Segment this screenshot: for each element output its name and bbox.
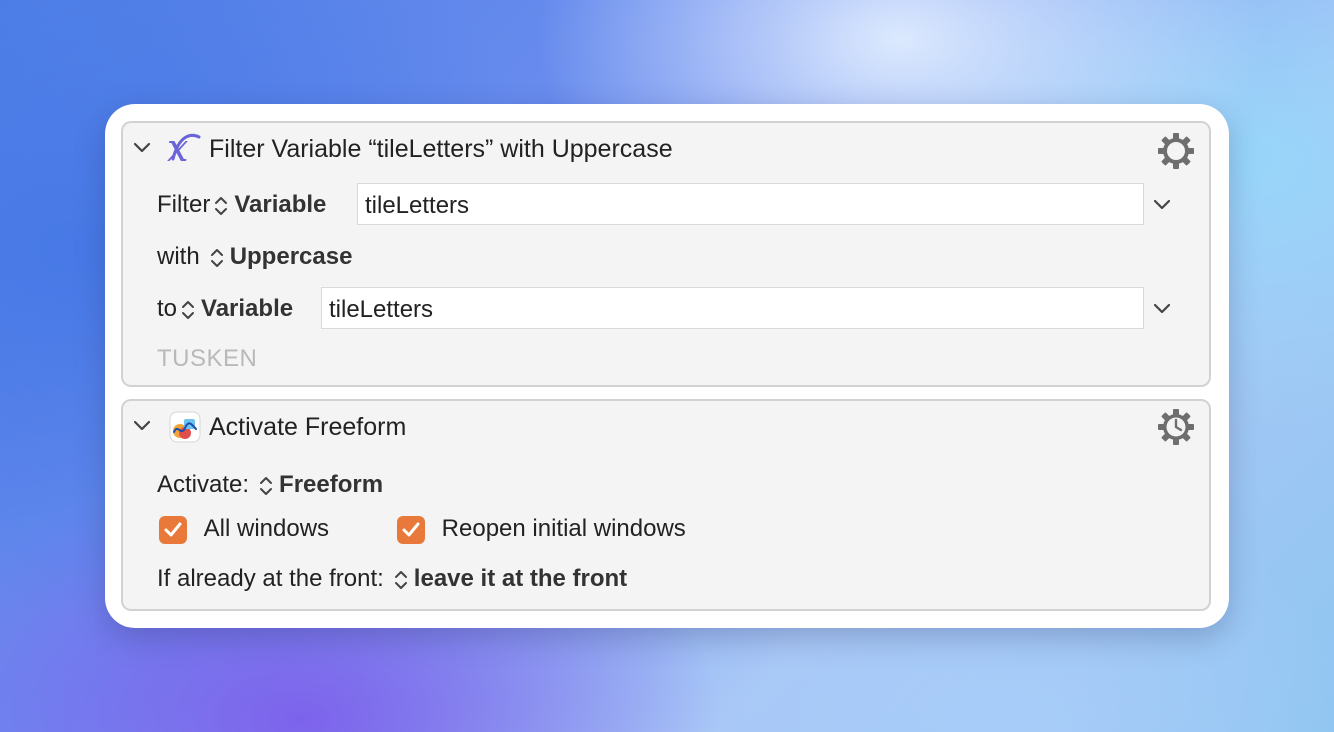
variable-x-icon: x — [167, 131, 201, 167]
all-windows-option[interactable]: All windows — [159, 515, 329, 544]
reopen-windows-label: Reopen initial windows — [441, 515, 686, 542]
dropdown-chevron-icon[interactable] — [1153, 199, 1171, 211]
with-row: with Uppercase — [157, 243, 352, 271]
popup-updown-icon — [260, 476, 273, 495]
activate-app-action[interactable]: Activate Freeform Activate: Freeform All… — [121, 399, 1211, 611]
to-type-popup[interactable]: Variable — [201, 295, 293, 322]
front-row: If already at the front: leave it at the … — [157, 565, 627, 593]
action-title: Activate Freeform — [209, 413, 407, 441]
filter-type-popup[interactable]: Variable — [234, 191, 326, 218]
reopen-option[interactable]: Reopen initial windows — [397, 515, 686, 544]
front-behavior-popup[interactable]: leave it at the front — [414, 565, 627, 592]
filter-type-popup-uppercase[interactable]: Uppercase — [230, 243, 353, 270]
popup-updown-icon — [210, 248, 223, 267]
front-label: If already at the front: — [157, 565, 384, 592]
all-windows-label: All windows — [203, 515, 330, 542]
action-note[interactable]: TUSKEN — [157, 345, 257, 373]
to-row: to Variable — [157, 295, 293, 323]
filter-variable-action[interactable]: x Filter Variable “tileLetters” with Upp… — [121, 121, 1211, 387]
popup-updown-icon — [182, 300, 195, 319]
to-label: to — [157, 295, 178, 322]
popup-updown-icon — [394, 570, 407, 589]
application-popup[interactable]: Freeform — [279, 471, 383, 498]
collapse-chevron-icon[interactable] — [133, 142, 151, 154]
freeform-app-icon — [169, 411, 201, 443]
popup-updown-icon — [215, 196, 228, 215]
checkmark-icon — [164, 522, 182, 537]
gear-icon[interactable] — [1156, 131, 1196, 171]
with-label: with — [157, 243, 200, 270]
filter-variable-field[interactable]: tileLetters — [357, 183, 1144, 225]
collapse-chevron-icon[interactable] — [133, 420, 151, 432]
activate-label: Activate: — [157, 471, 250, 498]
gear-clock-icon[interactable] — [1156, 407, 1196, 447]
reopen-windows-checkbox[interactable] — [397, 515, 425, 544]
dropdown-chevron-icon[interactable] — [1153, 303, 1171, 315]
checkmark-icon — [402, 522, 420, 537]
macro-editor-card: x Filter Variable “tileLetters” with Upp… — [105, 104, 1229, 628]
to-variable-field[interactable]: tileLetters — [321, 287, 1144, 329]
action-title: Filter Variable “tileLetters” with Upper… — [209, 135, 673, 163]
filter-row: Filter Variable — [157, 191, 326, 219]
filter-label: Filter — [157, 191, 211, 218]
all-windows-checkbox[interactable] — [159, 515, 187, 544]
activate-row: Activate: Freeform — [157, 471, 383, 499]
